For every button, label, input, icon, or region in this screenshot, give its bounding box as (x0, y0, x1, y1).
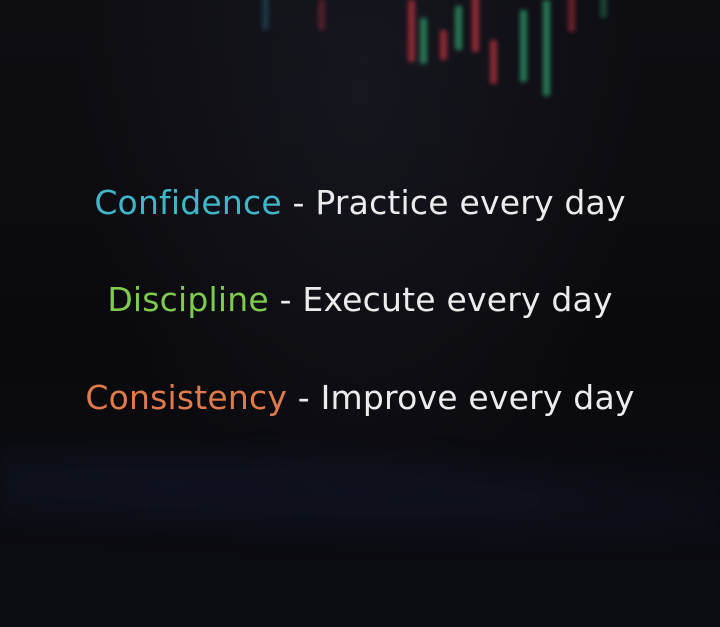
quote-line-consistency: Consistency - Improve every day (0, 378, 720, 417)
candle-bar (543, 0, 550, 96)
candle-bar (318, 0, 325, 30)
quote-card: Confidence - Practice every day Discipli… (0, 0, 720, 627)
candle-bar (520, 10, 527, 82)
candle-bar (490, 40, 497, 84)
candle-bar (472, 0, 479, 52)
quote-line-confidence: Confidence - Practice every day (0, 183, 720, 222)
candle-bar (262, 0, 269, 30)
candle-bar (600, 0, 607, 18)
line-text: Execute every day (302, 280, 613, 319)
separator: - (281, 183, 316, 222)
keyword-consistency: Consistency (85, 378, 288, 417)
line-text: Practice every day (315, 183, 626, 222)
candle-bar (440, 30, 447, 60)
candlestick-background-icon (0, 0, 720, 120)
background-glow (0, 440, 720, 550)
candle-bar (455, 6, 462, 50)
quote-line-discipline: Discipline - Execute every day (0, 280, 720, 319)
candle-bar (408, 0, 415, 62)
keyword-confidence: Confidence (94, 183, 282, 222)
separator: - (287, 378, 321, 417)
keyword-discipline: Discipline (107, 280, 269, 319)
candle-bar (568, 0, 575, 32)
separator: - (268, 280, 303, 319)
candle-bar (420, 18, 427, 64)
line-text: Improve every day (320, 378, 635, 417)
